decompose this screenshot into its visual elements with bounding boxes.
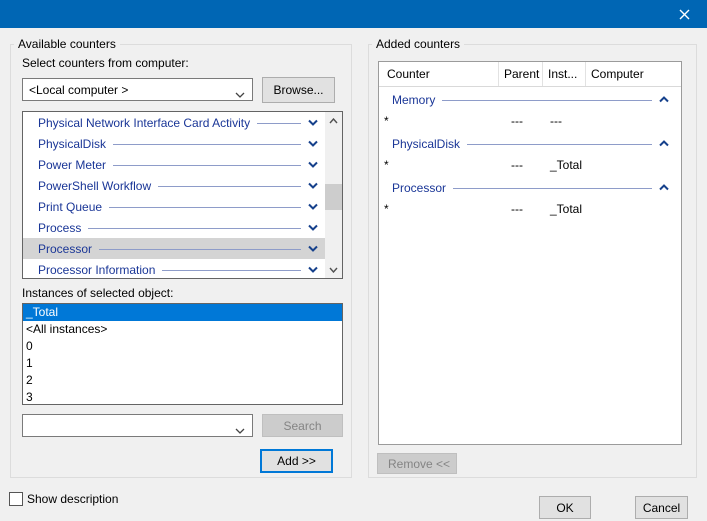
column-header-parent[interactable]: Parent [499,62,543,86]
chevron-up-icon[interactable] [659,140,669,147]
leader-line [257,123,301,124]
instance-list-item[interactable]: 2 [23,372,342,389]
search-button: Search [262,414,343,437]
added-counters-table: Counter Parent Inst... Computer Memory *… [378,61,682,445]
chevron-down-icon[interactable] [308,224,318,231]
chevron-down-icon[interactable] [308,203,318,210]
ok-button[interactable]: OK [539,496,591,519]
counter-name: Print Queue [38,200,102,214]
scroll-thumb[interactable] [325,184,342,210]
counter-list-item[interactable]: PowerShell Workflow [23,175,325,196]
cell-instance: _Total [543,158,586,172]
instance-list-item[interactable]: 3 [23,389,342,405]
counter-list-item[interactable]: Physical Network Interface Card Activity [23,112,325,133]
leader-line [99,249,301,250]
counter-list-item[interactable]: Processor Information [23,259,325,278]
counter-group-header[interactable]: PhysicalDisk [379,133,681,154]
cell-parent: --- [499,114,543,128]
selected-computer-value: <Local computer > [29,83,128,97]
scroll-up-button[interactable] [325,112,342,129]
group-name: Memory [392,93,435,107]
counter-list-item[interactable]: Process [23,217,325,238]
titlebar [0,0,707,28]
available-counters-group-label: Available counters [14,37,120,51]
show-description-label: Show description [27,492,118,506]
instance-list-item-selected[interactable]: _Total [23,304,342,321]
instance-list: _Total <All instances> 0 1 2 3 [22,303,343,405]
instance-list-item[interactable]: <All instances> [23,321,342,338]
scroll-down-button[interactable] [325,261,342,278]
cell-instance: _Total [543,202,586,216]
table-row[interactable]: * --- _Total [379,154,681,175]
added-counters-group-label: Added counters [372,37,464,51]
computer-select[interactable]: <Local computer > [22,78,253,101]
chevron-down-icon[interactable] [308,266,318,273]
cancel-button[interactable]: Cancel [635,496,688,519]
column-header-instance[interactable]: Inst... [543,62,586,86]
counter-list-item[interactable]: Power Meter [23,154,325,175]
cell-parent: --- [499,202,543,216]
counter-list-item[interactable]: PhysicalDisk [23,133,325,154]
group-name: PhysicalDisk [392,137,460,151]
counter-name: Physical Network Interface Card Activity [38,116,250,130]
scroll-up-icon [329,118,338,124]
cell-counter: * [379,202,499,216]
table-row[interactable]: * --- --- [379,110,681,131]
chevron-down-icon[interactable] [308,161,318,168]
chevron-up-icon[interactable] [659,96,669,103]
counter-list-item[interactable]: Print Queue [23,196,325,217]
counter-name: Processor Information [38,263,155,277]
add-button[interactable]: Add >> [260,449,333,473]
counter-name: PowerShell Workflow [38,179,151,193]
search-input[interactable] [29,419,219,433]
cell-counter: * [379,114,499,128]
instance-list-item[interactable]: 1 [23,355,342,372]
counter-list-scrollbar[interactable] [325,112,342,278]
cell-instance: --- [543,114,586,128]
remove-button: Remove << [377,453,457,474]
close-icon [679,9,690,20]
counter-group-header[interactable]: Processor [379,177,681,198]
table-header: Counter Parent Inst... Computer [379,62,681,87]
counter-list: Physical Network Interface Card Activity… [22,111,343,279]
counter-name: Power Meter [38,158,106,172]
leader-line [453,188,652,189]
chevron-down-icon[interactable] [308,140,318,147]
leader-line [113,165,301,166]
scroll-down-icon [329,267,338,273]
leader-line [109,207,301,208]
column-header-counter[interactable]: Counter [379,62,499,86]
browse-button[interactable]: Browse... [262,77,335,103]
leader-line [467,144,652,145]
cell-parent: --- [499,158,543,172]
counter-name: PhysicalDisk [38,137,106,151]
chevron-down-icon[interactable] [308,245,318,252]
chevron-down-icon[interactable] [235,87,245,101]
leader-line [158,186,301,187]
counter-list-item-selected[interactable]: Processor [23,238,325,259]
show-description-checkbox[interactable] [9,492,23,506]
leader-line [442,100,652,101]
counter-name: Processor [38,242,92,256]
chevron-up-icon[interactable] [659,184,669,191]
chevron-down-icon[interactable] [308,182,318,189]
search-combo[interactable] [22,414,253,437]
leader-line [88,228,301,229]
table-row[interactable]: * --- _Total [379,198,681,219]
counter-group-header[interactable]: Memory [379,89,681,110]
chevron-down-icon[interactable] [308,119,318,126]
select-computer-label: Select counters from computer: [22,56,189,70]
instance-list-item[interactable]: 0 [23,338,342,355]
column-header-computer[interactable]: Computer [586,62,681,86]
close-button[interactable] [661,0,707,28]
group-name: Processor [392,181,446,195]
instances-label: Instances of selected object: [22,286,173,300]
leader-line [162,270,301,271]
cell-counter: * [379,158,499,172]
chevron-down-icon[interactable] [235,423,245,437]
counter-name: Process [38,221,81,235]
leader-line [113,144,301,145]
add-counters-dialog: Available counters Select counters from … [0,0,707,521]
